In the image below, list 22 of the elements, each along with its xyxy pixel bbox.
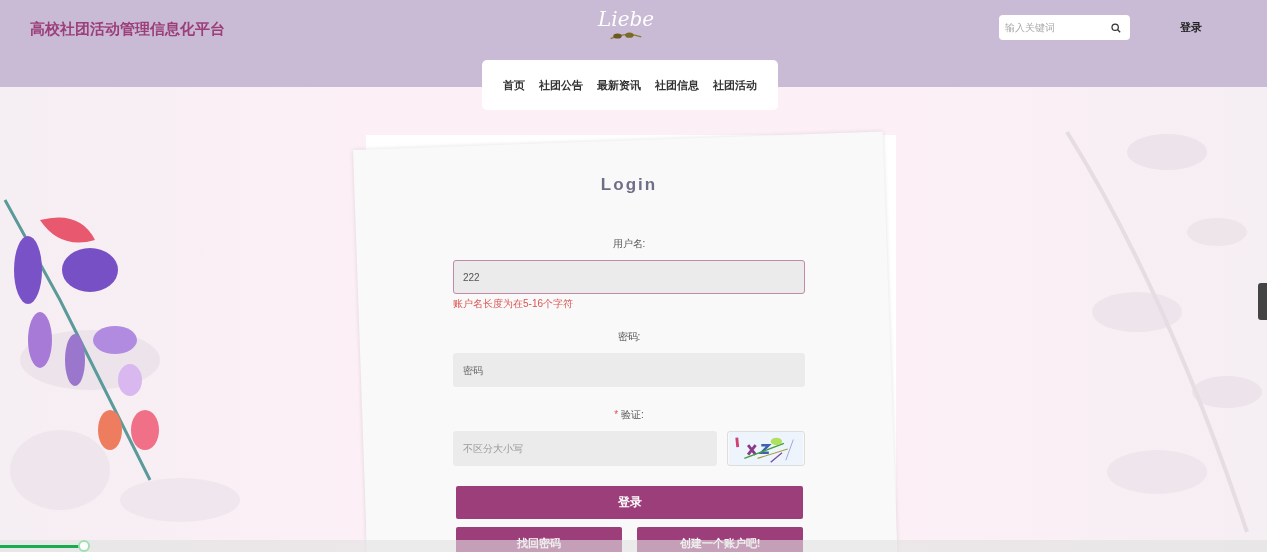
nav-item[interactable]: 社团活动 (712, 77, 757, 93)
input-field[interactable]: 密码 (453, 353, 805, 387)
form-title: Login (599, 175, 659, 195)
field-label: 用户名: (612, 238, 646, 249)
nav-item[interactable]: 最新资讯 (596, 77, 641, 93)
error-message: 账户名长度为在5-16个字符 (453, 298, 574, 309)
login-button[interactable]: 登录 (456, 486, 803, 519)
field-label: 验证: (621, 409, 644, 420)
nav-item[interactable]: 首页 (502, 77, 525, 93)
site-title: 高校社团活动管理信息化平台 (30, 20, 225, 39)
captcha-field[interactable]: 不区分大小写 (453, 431, 717, 466)
side-handle[interactable] (1258, 283, 1267, 320)
nav-item[interactable]: 社团公告 (538, 77, 583, 93)
field-label: 密码: (617, 331, 641, 342)
nav-item[interactable]: 社团信息 (654, 77, 699, 93)
search-field[interactable]: 输入关键词 (999, 15, 1130, 40)
login-link[interactable]: 登录 (1180, 20, 1202, 35)
search-icon[interactable] (1111, 23, 1121, 33)
input-field[interactable]: 222 (453, 260, 805, 294)
progress-thumb[interactable] (77, 540, 90, 552)
required-mark: * (614, 409, 619, 420)
leaf-icon (609, 30, 644, 42)
